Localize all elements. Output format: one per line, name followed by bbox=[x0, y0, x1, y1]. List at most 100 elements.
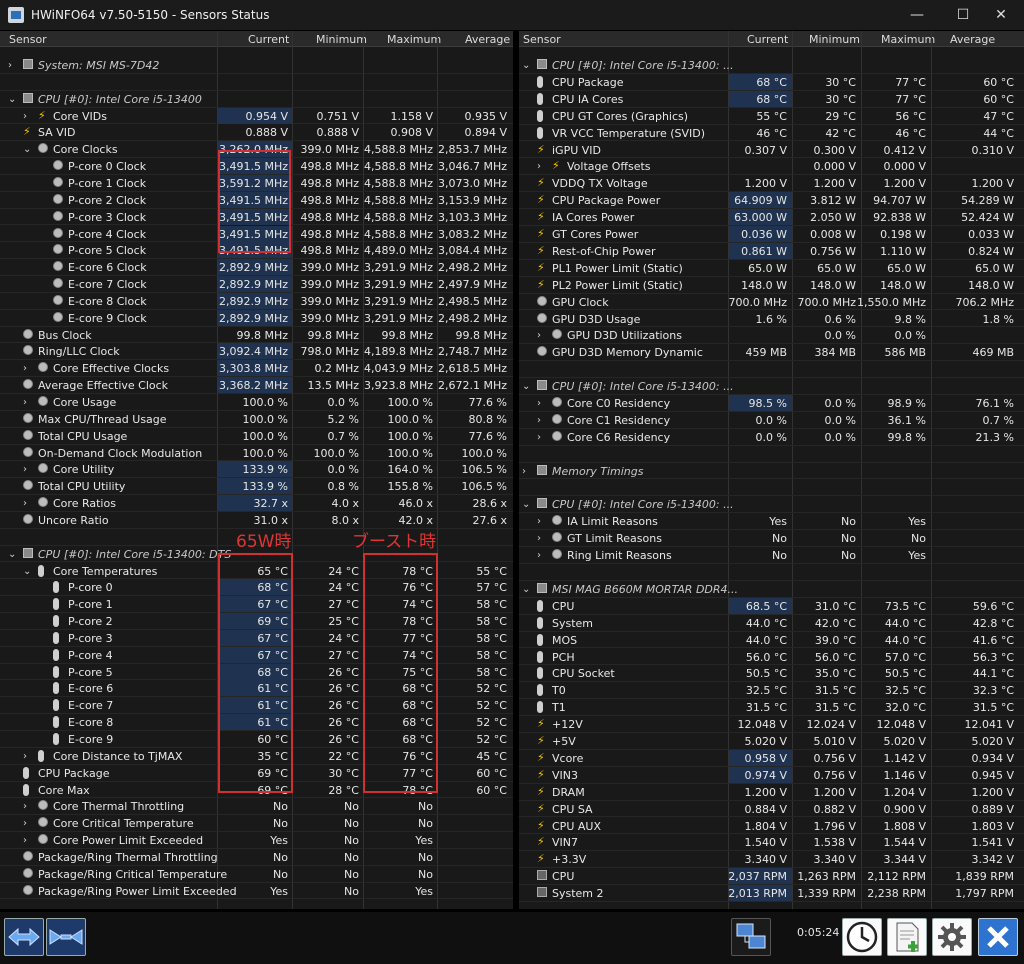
sensor-row[interactable]: › ⚡ Voltage Offsets 0.000 V 0.000 V bbox=[519, 158, 1024, 176]
expand-chevron-icon[interactable]: › bbox=[537, 515, 541, 528]
sensor-group-row[interactable]: ⌄ CPU [#0]: Intel Core i5-13400: ... bbox=[519, 57, 1024, 74]
sensor-row[interactable]: PCH 56.0 °C 56.0 °C 57.0 °C 56.3 °C bbox=[519, 649, 1024, 666]
sensor-row[interactable]: Max CPU/Thread Usage 100.0 % 5.2 % 100.0 % 8… bbox=[0, 411, 513, 428]
sensor-row[interactable]: T0 32.5 °C 31.5 °C 32.5 °C 32.3 °C bbox=[519, 682, 1024, 700]
sensor-row[interactable]: GPU D3D Usage 1.6 % 0.6 % 9.8 % 1.8 % bbox=[519, 311, 1024, 328]
expand-chevron-icon[interactable]: › bbox=[537, 549, 541, 562]
collapse-chevron-icon[interactable]: ⌄ bbox=[522, 583, 530, 596]
sensor-row[interactable]: › Core Power Limit Exceeded Yes No Yes bbox=[0, 832, 513, 849]
sensor-row[interactable]: Bus Clock 99.8 MHz 99.8 MHz 99.8 MHz 99.8 MH… bbox=[0, 327, 513, 344]
sensor-row[interactable]: GPU D3D Memory Dynamic 459 MB 384 MB 586 MB… bbox=[519, 344, 1024, 362]
add-report-button[interactable] bbox=[887, 918, 927, 956]
sensor-group-row[interactable]: › Memory Timings bbox=[519, 463, 1024, 480]
sensor-row[interactable]: E-core 6 Clock 2,892.9 MHz 399.0 MHz 3,291.… bbox=[0, 259, 513, 277]
col-average[interactable]: Average bbox=[950, 33, 995, 46]
sensor-row[interactable]: E-core 9 Clock 2,892.9 MHz 399.0 MHz 3,291.… bbox=[0, 309, 513, 327]
layout-toggle-button[interactable] bbox=[46, 918, 86, 956]
sensor-row[interactable]: ⚡ DRAM 1.200 V 1.200 V 1.204 V 1.200 V bbox=[519, 784, 1024, 801]
col-maximum[interactable]: Maximum bbox=[881, 33, 935, 46]
sensor-row[interactable]: MOS 44.0 °C 39.0 °C 44.0 °C 41.6 °C bbox=[519, 632, 1024, 649]
collapse-chevron-icon[interactable]: ⌄ bbox=[522, 380, 530, 393]
col-maximum[interactable]: Maximum bbox=[387, 33, 441, 46]
col-sensor[interactable]: Sensor bbox=[9, 33, 47, 46]
sensor-group-row[interactable]: ⌄ CPU [#0]: Intel Core i5-13400: ... bbox=[519, 378, 1024, 395]
sensor-row[interactable]: ⚡ VIN3 0.974 V 0.756 V 1.146 V 0.945 V bbox=[519, 766, 1024, 784]
sensor-row[interactable]: ⚡ GT Cores Power 0.036 W 0.008 W 0.198 W 0.03… bbox=[519, 226, 1024, 243]
sensor-row[interactable]: ⚡ CPU SA 0.884 V 0.882 V 0.900 V 0.889 V bbox=[519, 801, 1024, 818]
sensor-row[interactable]: ⚡ PL1 Power Limit (Static) 65.0 W 65.0 W 65.… bbox=[519, 260, 1024, 277]
sensor-row[interactable]: › Core C0 Residency 98.5 % 0.0 % 98.9 % 76.1 … bbox=[519, 395, 1024, 412]
expand-chevron-icon[interactable]: › bbox=[23, 362, 27, 375]
sensor-row[interactable]: ⚡ PL2 Power Limit (Static) 148.0 W 148.0 W 1… bbox=[519, 277, 1024, 294]
sensor-row[interactable]: ⚡ +12V 12.048 V 12.024 V 12.048 V 12.041 V bbox=[519, 716, 1024, 733]
sensor-row[interactable]: ⚡ IA Cores Power 63.000 W 2.050 W 92.838 W 52… bbox=[519, 209, 1024, 226]
sensor-row[interactable]: CPU Package 68 °C 30 °C 77 °C 60 °C bbox=[519, 73, 1024, 91]
sensor-row[interactable]: › Core Utility 133.9 % 0.0 % 164.0 % 106.5 % bbox=[0, 461, 513, 479]
col-minimum[interactable]: Minimum bbox=[809, 33, 860, 46]
expand-chevron-icon[interactable]: › bbox=[8, 59, 12, 72]
expand-chevron-icon[interactable]: › bbox=[537, 160, 541, 173]
sensor-row[interactable]: › Core C6 Residency 0.0 % 0.0 % 99.8 % 21.3 % bbox=[519, 429, 1024, 446]
sensor-row[interactable]: System 2 2,013 RPM 1,339 RPM 2,238 RPM 1,797… bbox=[519, 885, 1024, 902]
sensor-row[interactable]: E-core 8 Clock 2,892.9 MHz 399.0 MHz 3,291.… bbox=[0, 292, 513, 310]
sensor-row[interactable]: Package/Ring Critical Temperature No No No bbox=[0, 866, 513, 883]
sensor-row[interactable]: › GPU D3D Utilizations 0.0 % 0.0 % bbox=[519, 327, 1024, 345]
sensor-row[interactable]: ⚡ SA VID 0.888 V 0.888 V 0.908 V 0.894 V bbox=[0, 124, 513, 142]
expand-chevron-icon[interactable]: › bbox=[23, 497, 27, 510]
sensor-row[interactable]: Average Effective Clock 3,368.2 MHz 13.5 M… bbox=[0, 377, 513, 394]
sensor-row[interactable]: ⚡ CPU AUX 1.804 V 1.796 V 1.808 V 1.803 V bbox=[519, 818, 1024, 835]
sensor-row[interactable]: CPU GT Cores (Graphics) 55 °C 29 °C 56 °C 47… bbox=[519, 108, 1024, 125]
sensor-row[interactable]: › Core Ratios 32.7 x 4.0 x 46.0 x 28.6 x bbox=[0, 495, 513, 512]
sensor-group-row[interactable]: › System: MSI MS-7D42 bbox=[0, 57, 513, 74]
sensor-row[interactable]: ⚡ Rest-of-Chip Power 0.861 W 0.756 W 1.110 W… bbox=[519, 242, 1024, 260]
sensor-row[interactable]: › ⚡ Core VIDs 0.954 V 0.751 V 1.158 V 0.935 V bbox=[0, 107, 513, 125]
expand-chevron-icon[interactable]: › bbox=[537, 414, 541, 427]
expand-chevron-icon[interactable]: › bbox=[23, 834, 27, 847]
col-minimum[interactable]: Minimum bbox=[316, 33, 367, 46]
col-current[interactable]: Current bbox=[248, 33, 289, 46]
expand-chevron-icon[interactable]: › bbox=[537, 329, 541, 342]
sensor-group-row[interactable]: ⌄ MSI MAG B660M MORTAR DDR4... bbox=[519, 581, 1024, 598]
sensor-row[interactable]: › Ring Limit Reasons No No Yes bbox=[519, 547, 1024, 564]
sensor-row[interactable]: ⚡ +3.3V 3.340 V 3.340 V 3.344 V 3.342 V bbox=[519, 851, 1024, 869]
sensor-row[interactable]: ⚡ iGPU VID 0.307 V 0.300 V 0.412 V 0.310 V bbox=[519, 142, 1024, 159]
col-average[interactable]: Average bbox=[465, 33, 510, 46]
sensor-row[interactable]: CPU 2,037 RPM 1,263 RPM 2,112 RPM 1,839 RPM bbox=[519, 868, 1024, 886]
expand-chevron-icon[interactable]: › bbox=[23, 817, 27, 830]
expand-chevron-icon[interactable]: › bbox=[23, 396, 27, 409]
clock-button[interactable] bbox=[842, 918, 882, 956]
close-button[interactable]: ✕ bbox=[978, 0, 1024, 30]
expand-chevron-icon[interactable]: › bbox=[23, 750, 27, 763]
sensor-row[interactable]: › IA Limit Reasons Yes No Yes bbox=[519, 513, 1024, 531]
expand-collapse-button[interactable] bbox=[4, 918, 44, 956]
expand-chevron-icon[interactable]: › bbox=[23, 800, 27, 813]
right-sensor-pane[interactable]: Sensor Current Minimum Maximum Average ⌄… bbox=[519, 31, 1024, 909]
sensor-row[interactable]: Total CPU Usage 100.0 % 0.7 % 100.0 % 77.6 % bbox=[0, 428, 513, 445]
col-current[interactable]: Current bbox=[747, 33, 788, 46]
collapse-chevron-icon[interactable]: ⌄ bbox=[23, 565, 31, 578]
sensor-row[interactable]: T1 31.5 °C 31.5 °C 32.0 °C 31.5 °C bbox=[519, 699, 1024, 717]
sensor-row[interactable]: VR VCC Temperature (SVID) 46 °C 42 °C 46 °C… bbox=[519, 125, 1024, 142]
sensor-row[interactable]: E-core 7 Clock 2,892.9 MHz 399.0 MHz 3,291.… bbox=[0, 276, 513, 293]
collapse-chevron-icon[interactable]: ⌄ bbox=[8, 93, 16, 106]
expand-chevron-icon[interactable]: › bbox=[23, 463, 27, 476]
sensor-row[interactable]: CPU 68.5 °C 31.0 °C 73.5 °C 59.6 °C bbox=[519, 597, 1024, 615]
sensor-row[interactable]: ⚡ VDDQ TX Voltage 1.200 V 1.200 V 1.200 V 1.2… bbox=[519, 175, 1024, 193]
sensor-row[interactable]: On-Demand Clock Modulation 100.0 % 100.0 %… bbox=[0, 445, 513, 462]
sensor-row[interactable]: Ring/LLC Clock 3,092.4 MHz 798.0 MHz 4,189.… bbox=[0, 343, 513, 361]
sensor-row[interactable]: System 44.0 °C 42.0 °C 44.0 °C 42.8 °C bbox=[519, 615, 1024, 632]
network-button[interactable] bbox=[731, 918, 771, 956]
sensor-row[interactable]: CPU Socket 50.5 °C 35.0 °C 50.5 °C 44.1 °C bbox=[519, 665, 1024, 683]
sensor-row[interactable]: › Core Thermal Throttling No No No bbox=[0, 798, 513, 816]
sensor-row[interactable]: ⚡ +5V 5.020 V 5.010 V 5.020 V 5.020 V bbox=[519, 733, 1024, 750]
sensor-row[interactable]: ⚡ Vcore 0.958 V 0.756 V 1.142 V 0.934 V bbox=[519, 749, 1024, 767]
sensor-row[interactable]: Package/Ring Power Limit Exceeded Yes No Ye… bbox=[0, 883, 513, 900]
sensor-row[interactable]: › Core Critical Temperature No No No bbox=[0, 815, 513, 833]
collapse-chevron-icon[interactable]: ⌄ bbox=[522, 59, 530, 72]
sensor-row[interactable]: › Core Usage 100.0 % 0.0 % 100.0 % 77.6 % bbox=[0, 394, 513, 411]
col-sensor[interactable]: Sensor bbox=[523, 33, 561, 46]
sensor-row[interactable]: › GT Limit Reasons No No No bbox=[519, 530, 1024, 548]
collapse-chevron-icon[interactable]: ⌄ bbox=[23, 143, 31, 156]
sensor-row[interactable]: GPU Clock 700.0 MHz 700.0 MHz 1,550.0 MHz 70… bbox=[519, 294, 1024, 311]
settings-button[interactable] bbox=[932, 918, 972, 956]
